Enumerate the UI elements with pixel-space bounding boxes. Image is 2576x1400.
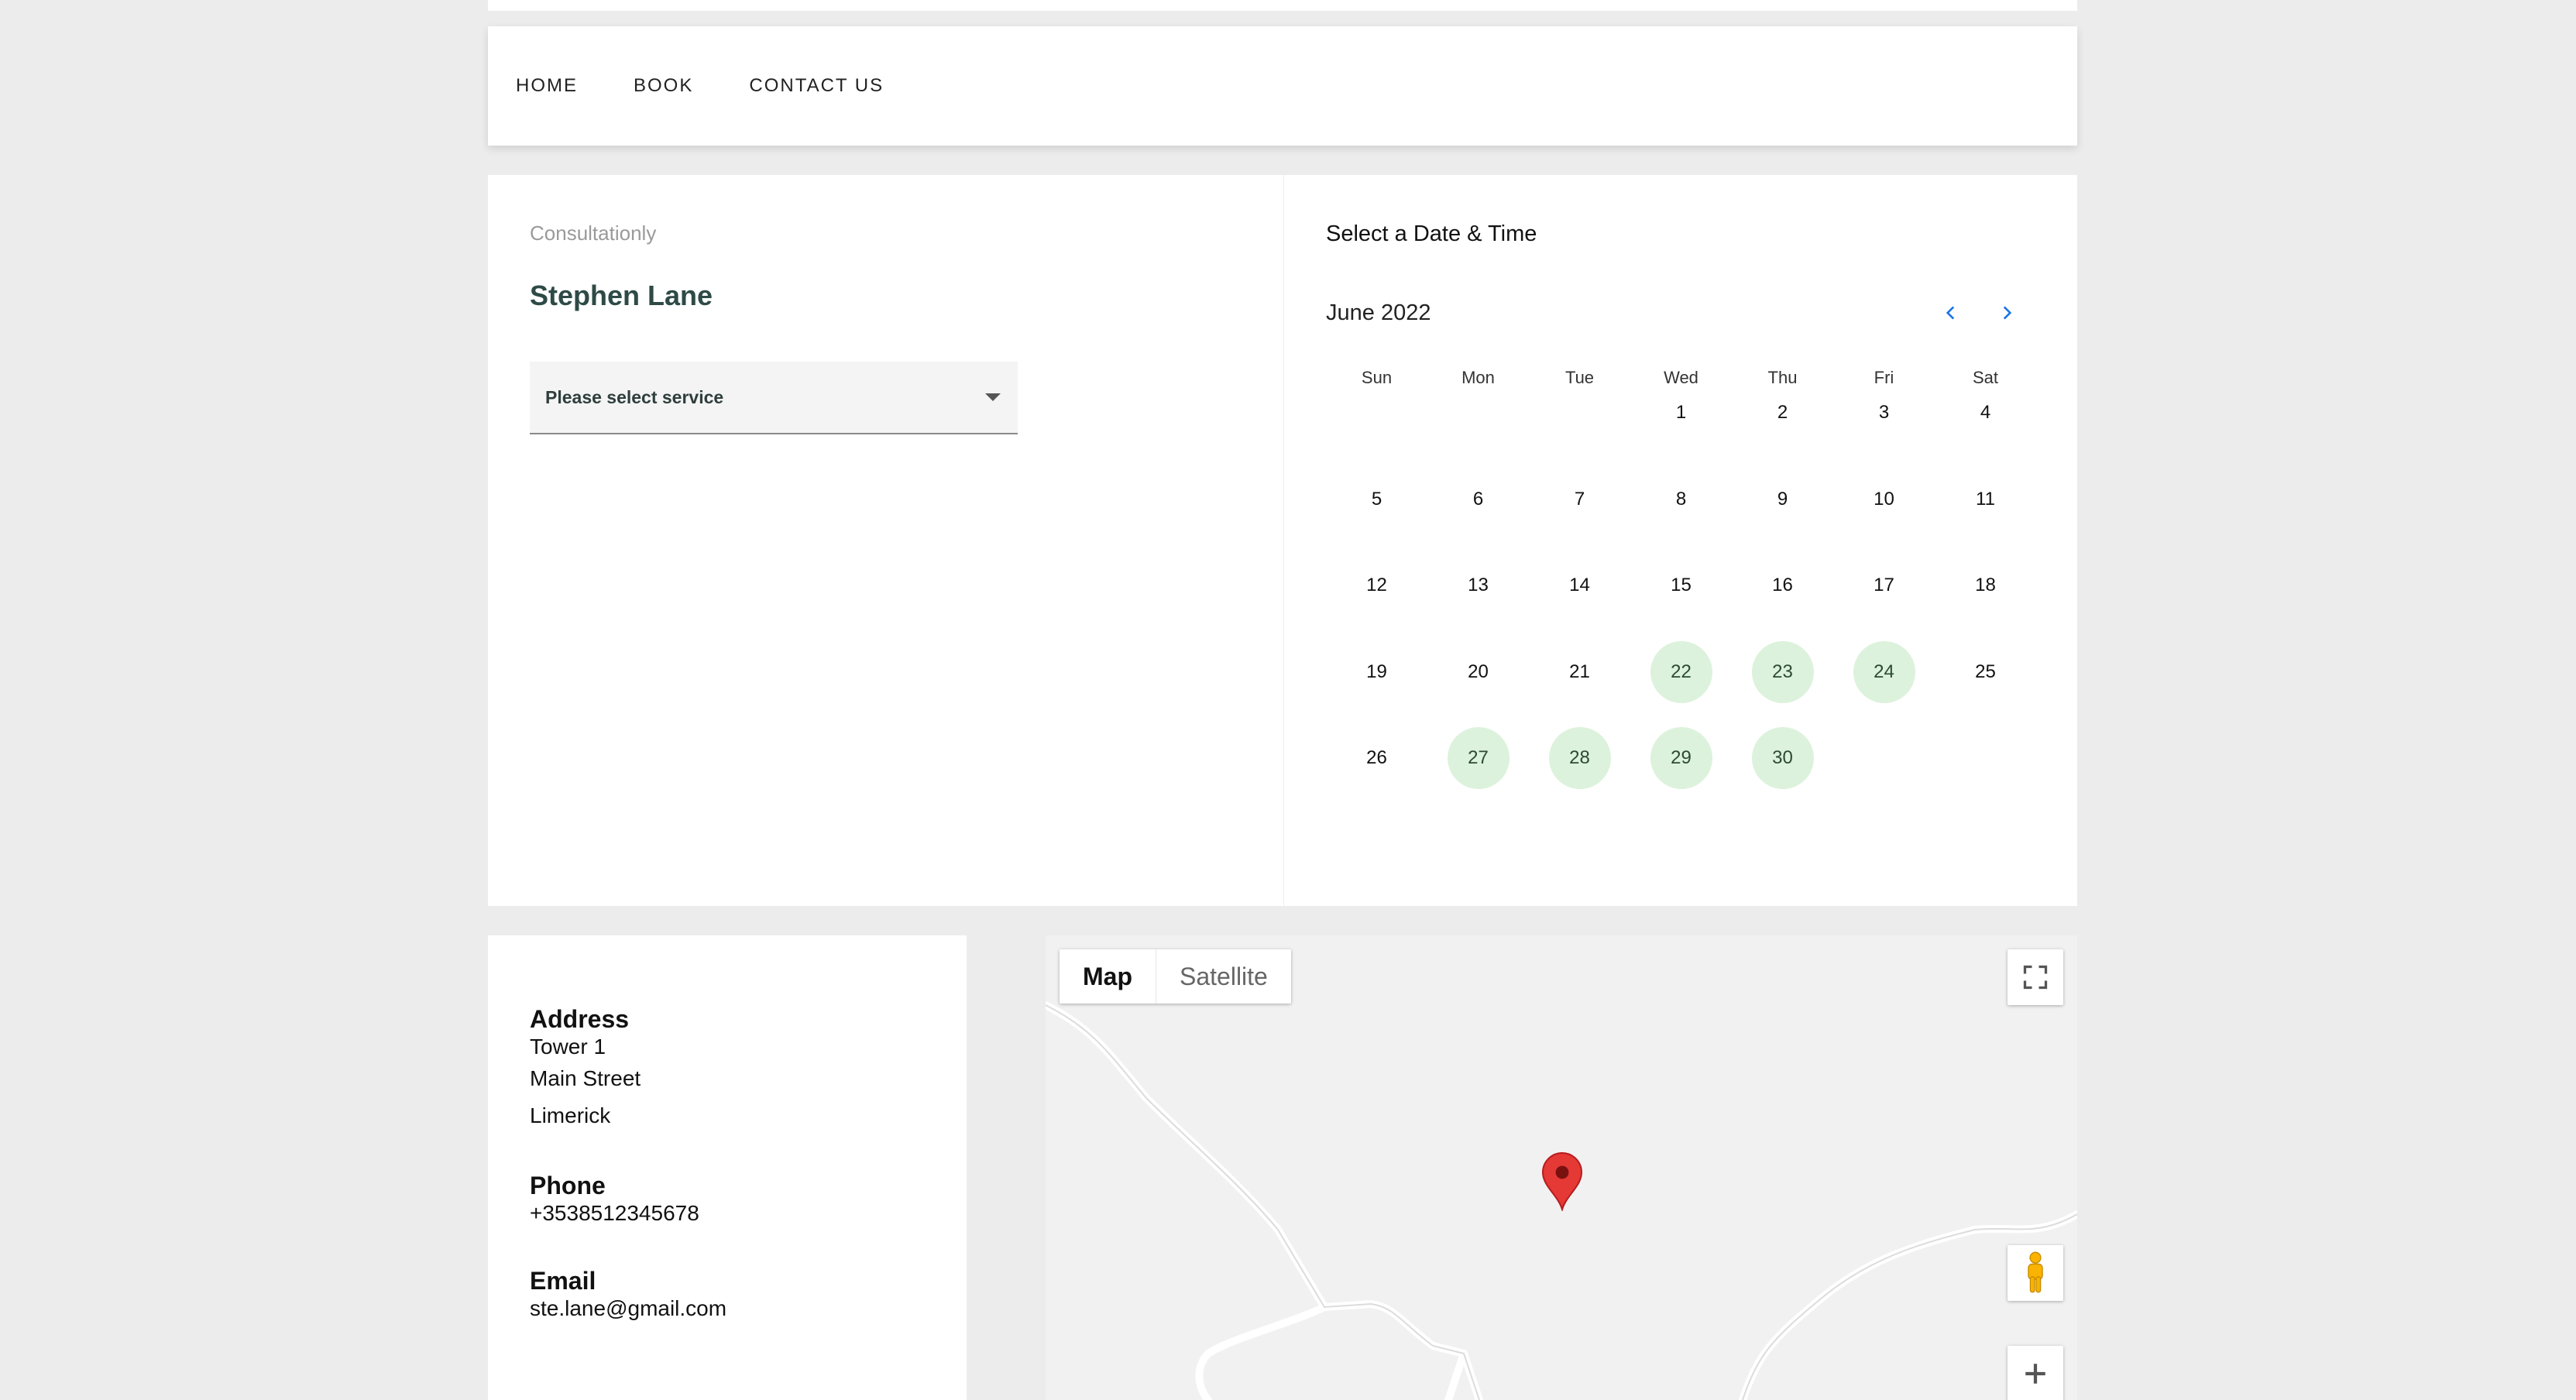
- nav-book[interactable]: BOOK: [634, 75, 693, 97]
- fullscreen-icon: [2023, 965, 2048, 990]
- service-select-label: Please select service: [545, 386, 724, 407]
- chevron-left-icon: [1946, 306, 1955, 320]
- calendar-grid: 1 2 3 4 5 6 7 8 9 10 11 12 13 14 15 16 17 18 19 20 21 22 23 24 2…: [1326, 399, 2036, 831]
- phone-heading: Phone: [530, 1172, 606, 1199]
- address-line: Limerick: [530, 1103, 611, 1127]
- day-label: 12: [1366, 575, 1387, 595]
- map-pin-icon[interactable]: [1541, 1152, 1583, 1211]
- available-day-button[interactable]: 28: [1548, 727, 1611, 789]
- contact-card: Address Tower 1 Main Street Limerick Pho…: [488, 935, 967, 1400]
- day-label: 13: [1468, 575, 1489, 595]
- month-header: June 2022: [1326, 300, 2028, 326]
- day-label: 19: [1366, 661, 1387, 682]
- company-name: Consultationly: [530, 221, 657, 245]
- month-label: June 2022: [1326, 300, 1431, 325]
- available-day-button[interactable]: 27: [1447, 727, 1510, 789]
- weekday-label: Tue: [1564, 368, 1595, 387]
- day-label: 2: [1777, 402, 1788, 423]
- nav-contact-us[interactable]: CONTACT US: [749, 75, 884, 97]
- map-type-control: Map Satellite: [1060, 949, 1291, 1004]
- dropdown-caret-icon: [985, 393, 1001, 401]
- available-day-button[interactable]: 23: [1751, 640, 1814, 703]
- booking-details: Consultationly Stephen Lane Please selec…: [488, 175, 1284, 906]
- consultant-name: Stephen Lane: [530, 280, 713, 311]
- available-day-button[interactable]: 30: [1751, 727, 1814, 789]
- day-cell: 24: [1833, 640, 1935, 745]
- day-label: 1: [1675, 402, 1687, 423]
- nav-home[interactable]: HOME: [516, 75, 578, 97]
- calendar-heading: Select a Date & Time: [1326, 221, 1537, 246]
- address-line: Tower 1: [530, 1035, 606, 1059]
- address-line: Main Street: [530, 1066, 641, 1090]
- email-address: ste.lane@gmail.com: [530, 1296, 727, 1320]
- map-view-button[interactable]: Map: [1060, 949, 1156, 1004]
- previous-month-button[interactable]: [1938, 300, 1964, 326]
- available-day-button[interactable]: 22: [1650, 640, 1712, 703]
- street-view-button[interactable]: [2008, 1245, 2063, 1301]
- day-cell: 30: [1732, 727, 1833, 831]
- chevron-right-icon: [2003, 306, 2012, 320]
- zoom-in-button[interactable]: [2008, 1346, 2063, 1400]
- phone-number: +3538512345678: [530, 1201, 699, 1225]
- day-label: 9: [1777, 488, 1788, 510]
- address-heading: Address: [530, 1005, 630, 1033]
- day-cell: 27: [1427, 727, 1529, 831]
- top-strip: [488, 0, 2077, 11]
- day-label: 7: [1574, 488, 1585, 510]
- day-cell: 29: [1630, 727, 1732, 831]
- day-label: 14: [1569, 575, 1590, 595]
- day-cell: 25: [1935, 658, 2036, 745]
- day-label: 21: [1569, 661, 1590, 682]
- day-label: 16: [1772, 575, 1793, 595]
- weekday-label: Sun: [1361, 368, 1393, 387]
- pegman-icon: [2028, 1251, 2043, 1293]
- day-label: 3: [1878, 402, 1890, 423]
- zoom-in-icon: [2025, 1364, 2045, 1384]
- booking-card: Consultationly Stephen Lane Please selec…: [488, 175, 2077, 906]
- available-day-button[interactable]: 29: [1650, 727, 1712, 789]
- day-label: 26: [1366, 747, 1387, 768]
- day-label: 6: [1472, 488, 1484, 510]
- day-label: 25: [1975, 661, 1996, 682]
- month-navigation: [1938, 300, 2020, 326]
- day-label: 20: [1468, 661, 1489, 682]
- day-label: 17: [1874, 575, 1894, 595]
- day-label: 10: [1874, 488, 1894, 510]
- satellite-view-button[interactable]: Satellite: [1156, 949, 1291, 1004]
- weekday-label: Mon: [1461, 368, 1495, 387]
- email-heading: Email: [530, 1267, 596, 1295]
- next-month-button[interactable]: [1994, 300, 2020, 326]
- day-label: 11: [1976, 488, 1995, 510]
- date-time-picker: Select a Date & Time June 2022 Sun Mon Tue…: [1284, 175, 2077, 906]
- fullscreen-button[interactable]: [2008, 949, 2063, 1005]
- day-cell: 26: [1326, 744, 1427, 831]
- day-label: 18: [1975, 575, 1996, 595]
- day-label: 5: [1371, 488, 1382, 510]
- day-cell: 28: [1529, 727, 1630, 831]
- day-label: 4: [1980, 402, 1991, 423]
- day-label: 15: [1671, 575, 1692, 595]
- day-label: 8: [1675, 488, 1687, 510]
- top-navigation: HOME BOOK CONTACT US: [488, 26, 2077, 146]
- available-day-button[interactable]: 24: [1853, 640, 1915, 703]
- location-map[interactable]: Map Satellite: [1046, 935, 2077, 1400]
- service-select[interactable]: Please select service: [530, 362, 1018, 434]
